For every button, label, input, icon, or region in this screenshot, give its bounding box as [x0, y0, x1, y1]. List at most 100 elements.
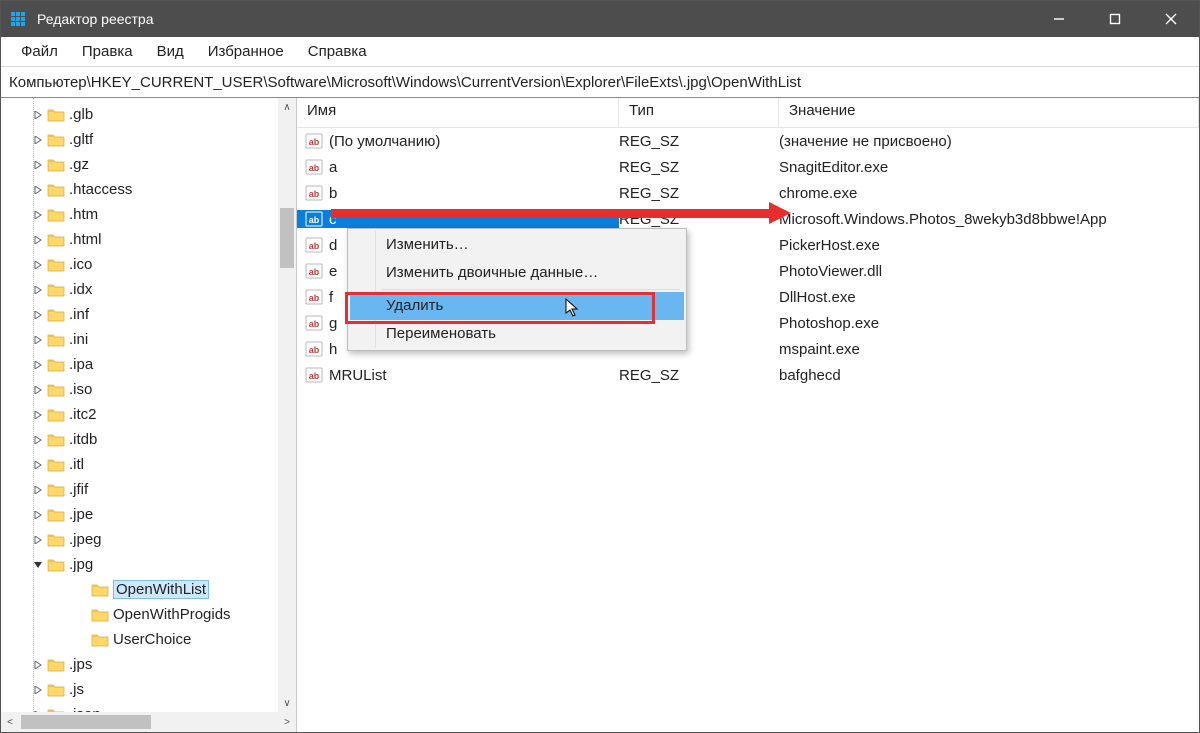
tree-horizontal-scrollbar[interactable]: < > [1, 712, 296, 732]
value-name-label: a [329, 159, 337, 176]
menu-favorites[interactable]: Избранное [196, 39, 296, 64]
tree-node[interactable]: .jpeg [1, 527, 296, 552]
tree-node[interactable]: .ison [1, 702, 296, 712]
column-header-value[interactable]: Значение [779, 98, 1199, 127]
value-row[interactable]: abaREG_SZSnagitEditor.exe [297, 154, 1199, 180]
tree-node[interactable]: .htaccess [1, 177, 296, 202]
tree-node[interactable]: .jfif [1, 477, 296, 502]
chevron-right-icon[interactable] [29, 161, 47, 169]
tree-node-label: .jps [69, 656, 92, 673]
tree-node[interactable]: .jps [1, 652, 296, 677]
tree-node[interactable]: .html [1, 227, 296, 252]
registry-tree[interactable]: .glb.gltf.gz.htaccess.htm.html.ico.idx.i… [1, 102, 296, 712]
chevron-right-icon[interactable] [29, 111, 47, 119]
tree-node[interactable]: OpenWithProgids [1, 602, 296, 627]
value-data-cell: SnagitEditor.exe [779, 159, 1199, 176]
scroll-left-arrow-icon[interactable]: < [3, 717, 17, 728]
value-name-label: c [329, 211, 337, 228]
folder-icon [47, 281, 65, 299]
content-area: .glb.gltf.gz.htaccess.htm.html.ico.idx.i… [1, 97, 1199, 732]
tree-node[interactable]: .itc2 [1, 402, 296, 427]
context-menu-rename[interactable]: Переименовать [350, 320, 684, 348]
chevron-right-icon[interactable] [29, 361, 47, 369]
chevron-right-icon[interactable] [29, 436, 47, 444]
value-row[interactable]: abbREG_SZchrome.exe [297, 180, 1199, 206]
tree-node[interactable]: .inf [1, 302, 296, 327]
svg-text:ab: ab [309, 163, 320, 173]
value-data-cell: mspaint.exe [779, 341, 1199, 358]
chevron-right-icon[interactable] [29, 511, 47, 519]
context-menu-modify[interactable]: Изменить… [350, 231, 684, 259]
address-input[interactable] [9, 74, 1191, 91]
scroll-right-arrow-icon[interactable]: > [280, 717, 294, 728]
tree-node[interactable]: .itdb [1, 427, 296, 452]
scroll-up-arrow-icon[interactable]: ∧ [278, 98, 296, 116]
chevron-right-icon[interactable] [29, 386, 47, 394]
scroll-thumb[interactable] [280, 208, 294, 268]
menu-file[interactable]: Файл [9, 39, 70, 64]
folder-icon [47, 706, 65, 713]
chevron-right-icon[interactable] [29, 686, 47, 694]
folder-icon [47, 306, 65, 324]
tree-vertical-scrollbar[interactable]: ∧ ∨ [278, 98, 296, 712]
tree-body[interactable]: .glb.gltf.gz.htaccess.htm.html.ico.idx.i… [1, 98, 296, 712]
tree-node-label: .ico [69, 256, 92, 273]
svg-text:ab: ab [309, 319, 320, 329]
folder-icon [47, 231, 65, 249]
context-menu-modify-binary[interactable]: Изменить двоичные данные… [350, 259, 684, 287]
tree-node[interactable]: .ico [1, 252, 296, 277]
tree-node[interactable]: UserChoice [1, 627, 296, 652]
tree-node[interactable]: .gz [1, 152, 296, 177]
menu-view[interactable]: Вид [145, 39, 196, 64]
chevron-right-icon[interactable] [29, 661, 47, 669]
svg-text:ab: ab [309, 241, 320, 251]
chevron-right-icon[interactable] [29, 286, 47, 294]
value-row[interactable]: abMRUListREG_SZbafghecd [297, 362, 1199, 388]
tree-node-label: .htm [69, 206, 98, 223]
tree-node[interactable]: .htm [1, 202, 296, 227]
chevron-right-icon[interactable] [29, 261, 47, 269]
chevron-down-icon[interactable] [29, 561, 47, 569]
folder-icon [47, 656, 65, 674]
folder-icon [47, 356, 65, 374]
svg-text:ab: ab [309, 189, 320, 199]
tree-node[interactable]: .itl [1, 452, 296, 477]
scroll-down-arrow-icon[interactable]: ∨ [278, 694, 296, 712]
chevron-right-icon[interactable] [29, 411, 47, 419]
chevron-right-icon[interactable] [29, 136, 47, 144]
folder-icon [91, 606, 109, 624]
close-button[interactable] [1143, 1, 1199, 37]
maximize-button[interactable] [1087, 1, 1143, 37]
folder-icon [47, 681, 65, 699]
chevron-right-icon[interactable] [29, 536, 47, 544]
tree-node[interactable]: .glb [1, 102, 296, 127]
chevron-right-icon[interactable] [29, 711, 47, 713]
column-header-name[interactable]: Имя [297, 98, 619, 127]
chevron-right-icon[interactable] [29, 186, 47, 194]
chevron-right-icon[interactable] [29, 336, 47, 344]
chevron-right-icon[interactable] [29, 311, 47, 319]
value-list[interactable]: ab(По умолчанию)REG_SZ(значение не присв… [297, 128, 1199, 732]
tree-node[interactable]: .iso [1, 377, 296, 402]
menu-help[interactable]: Справка [296, 39, 379, 64]
tree-node[interactable]: OpenWithList [1, 577, 296, 602]
tree-node[interactable]: .js [1, 677, 296, 702]
chevron-right-icon[interactable] [29, 211, 47, 219]
hscroll-thumb[interactable] [21, 715, 151, 729]
value-row[interactable]: ab(По умолчанию)REG_SZ(значение не присв… [297, 128, 1199, 154]
menu-edit[interactable]: Правка [70, 39, 145, 64]
tree-node[interactable]: .jpe [1, 502, 296, 527]
tree-node[interactable]: .gltf [1, 127, 296, 152]
tree-node[interactable]: .idx [1, 277, 296, 302]
context-menu-delete[interactable]: Удалить [350, 292, 684, 320]
chevron-right-icon[interactable] [29, 486, 47, 494]
chevron-right-icon[interactable] [29, 236, 47, 244]
column-header-type[interactable]: Тип [619, 98, 779, 127]
minimize-button[interactable] [1031, 1, 1087, 37]
tree-node[interactable]: .ipa [1, 352, 296, 377]
chevron-right-icon[interactable] [29, 461, 47, 469]
tree-node[interactable]: .ini [1, 327, 296, 352]
tree-pane: .glb.gltf.gz.htaccess.htm.html.ico.idx.i… [1, 98, 297, 732]
tree-node[interactable]: .jpg [1, 552, 296, 577]
folder-icon [47, 106, 65, 124]
